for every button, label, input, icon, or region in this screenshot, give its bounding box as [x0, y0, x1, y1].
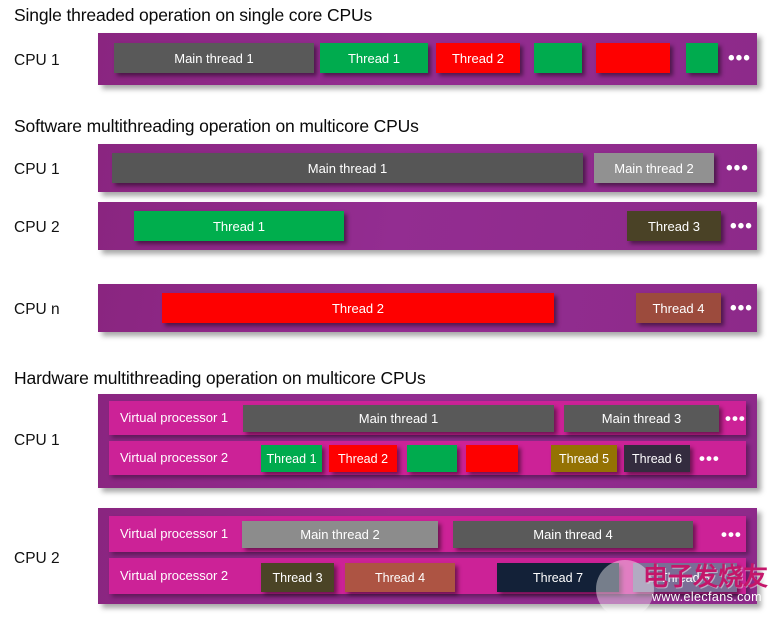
thread-block-label: Thread 4 [374, 570, 426, 585]
thread-block-s2-thread-2[interactable]: Thread 2 [162, 293, 554, 323]
thread-block-label: Thread 2 [451, 50, 505, 66]
thread-block-label: Thread 6 [631, 451, 683, 466]
thread-block-s1-unlabeled-red-1[interactable] [596, 43, 670, 73]
ellipsis-icon-s2-cpu1: ••• [726, 158, 749, 179]
thread-block-s3-cpu1-vp1-main-thread-3[interactable]: Main thread 3 [564, 405, 719, 432]
thread-block-s3-cpu1-vp2-thread-2[interactable]: Thread 2 [329, 445, 397, 472]
ellipsis-icon-s3-cpu1-vp2: ••• [699, 449, 720, 468]
section-title-software-multithreading: Software multithreading operation on mul… [14, 116, 419, 136]
ellipsis-icon-s3-cpu2-vp1: ••• [721, 525, 742, 544]
thread-block-label: Thread 1 [212, 218, 266, 234]
thread-block-label: Main thread 2 [300, 527, 380, 542]
thread-block-s3-cpu2-vp2-thread-3[interactable]: Thread 3 [261, 563, 334, 592]
thread-block-s3-cpu1-vp2-unlabeled-green[interactable] [407, 445, 457, 472]
diagram-canvas: Single threaded operation on single core… [0, 0, 768, 618]
thread-block-label: Main thread 1 [358, 411, 439, 426]
cpu-band-s2-cpu1: Main thread 1 Main thread 2 ••• [98, 144, 757, 192]
thread-block-s1-unlabeled-green-2[interactable] [686, 43, 718, 73]
cpu-label-s2-cpu1: CPU 1 [14, 161, 60, 178]
cpu-band-s1-cpu1: Main thread 1 Thread 1 Thread 2 ••• [98, 33, 757, 85]
thread-block-s1-main-thread-1[interactable]: Main thread 1 [114, 43, 314, 73]
section-title-hardware-multithreading: Hardware multithreading operation on mul… [14, 368, 426, 388]
cpu-label-s2-cpu2: CPU 2 [14, 219, 60, 236]
thread-block-label: Main thread 3 [601, 411, 682, 426]
thread-block-label: Thread 3 [272, 570, 323, 585]
thread-block-s3-cpu1-vp2-unlabeled-red[interactable] [466, 445, 518, 472]
virtual-processor-label-s3-cpu1-vp2: Virtual processor 2 [120, 450, 229, 465]
thread-block-s3-cpu2-vp2-thread-8[interactable]: Thread 8 [633, 563, 737, 592]
thread-block-label: Main thread 4 [533, 527, 613, 542]
virtual-processor-strip-s3-cpu2-vp2: Virtual processor 2 Thread 3 Thread 4 Th… [109, 558, 746, 594]
thread-block-s3-cpu2-vp1-main-thread-2[interactable]: Main thread 2 [242, 521, 438, 548]
virtual-processor-label-s3-cpu2-vp2: Virtual processor 2 [120, 568, 229, 583]
thread-block-s2-main-thread-1[interactable]: Main thread 1 [112, 153, 583, 183]
cpu-label-s3-cpu2: CPU 2 [14, 550, 60, 567]
thread-block-label: Thread 7 [532, 570, 584, 585]
virtual-processor-label-s3-cpu2-vp1: Virtual processor 1 [120, 526, 229, 541]
thread-block-s2-thread-1[interactable]: Thread 1 [134, 211, 344, 241]
cpu-label-s2-cpun: CPU n [14, 301, 60, 318]
thread-block-label: Main thread 1 [307, 160, 388, 176]
ellipsis-icon-s1-cpu1: ••• [728, 48, 751, 69]
thread-block-label: Main thread 1 [174, 50, 254, 66]
ellipsis-icon-s3-cpu1-vp1: ••• [725, 409, 746, 428]
thread-block-s3-cpu1-vp1-main-thread-1[interactable]: Main thread 1 [243, 405, 554, 432]
cpu-band-s2-cpun: Thread 2 Thread 4 ••• [98, 284, 757, 332]
section-title-single-threaded: Single threaded operation on single core… [14, 5, 373, 25]
thread-block-label: Thread 1 [266, 451, 317, 466]
thread-block-s2-thread-3[interactable]: Thread 3 [627, 211, 721, 241]
thread-block-label: Thread 4 [652, 300, 705, 316]
thread-block-s1-thread-2[interactable]: Thread 2 [436, 43, 520, 73]
virtual-processor-strip-s3-cpu1-vp2: Virtual processor 2 Thread 1 Thread 2 Th… [109, 441, 746, 475]
cpu-band-s3-cpu2: Virtual processor 1 Main thread 2 Main t… [98, 508, 757, 604]
thread-block-s3-cpu2-vp2-thread-7[interactable]: Thread 7 [497, 563, 619, 592]
thread-block-label: Thread 8 [659, 570, 711, 585]
thread-block-s1-unlabeled-green-1[interactable] [534, 43, 582, 73]
ellipsis-icon-s2-cpu2: ••• [730, 216, 753, 237]
virtual-processor-label-s3-cpu1-vp1: Virtual processor 1 [120, 410, 229, 425]
thread-block-label: Thread 3 [647, 218, 701, 234]
thread-block-s3-cpu2-vp2-thread-4[interactable]: Thread 4 [345, 563, 455, 592]
thread-block-label: Main thread 2 [614, 160, 694, 176]
thread-block-s3-cpu1-vp2-thread-1[interactable]: Thread 1 [261, 445, 322, 472]
cpu-band-s2-cpu2: Thread 1 Thread 3 ••• [98, 202, 757, 250]
cpu-band-s3-cpu1: Virtual processor 1 Main thread 1 Main t… [98, 394, 757, 488]
thread-block-s1-thread-1[interactable]: Thread 1 [320, 43, 428, 73]
thread-block-label: Thread 2 [331, 300, 385, 316]
thread-block-s2-thread-4[interactable]: Thread 4 [636, 293, 721, 323]
virtual-processor-strip-s3-cpu1-vp1: Virtual processor 1 Main thread 1 Main t… [109, 401, 746, 435]
cpu-label-s1-cpu1: CPU 1 [14, 52, 60, 69]
thread-block-label: Thread 2 [337, 451, 389, 466]
ellipsis-icon-s2-cpun: ••• [730, 298, 753, 319]
thread-block-label: Thread 1 [347, 50, 401, 66]
cpu-label-s3-cpu1: CPU 1 [14, 432, 60, 449]
thread-block-s3-cpu1-vp2-thread-5[interactable]: Thread 5 [551, 445, 617, 472]
thread-block-s2-main-thread-2[interactable]: Main thread 2 [594, 153, 714, 183]
thread-block-label: Thread 5 [558, 451, 610, 466]
thread-block-s3-cpu2-vp1-main-thread-4[interactable]: Main thread 4 [453, 521, 693, 548]
virtual-processor-strip-s3-cpu2-vp1: Virtual processor 1 Main thread 2 Main t… [109, 516, 746, 552]
thread-block-s3-cpu1-vp2-thread-6[interactable]: Thread 6 [624, 445, 690, 472]
